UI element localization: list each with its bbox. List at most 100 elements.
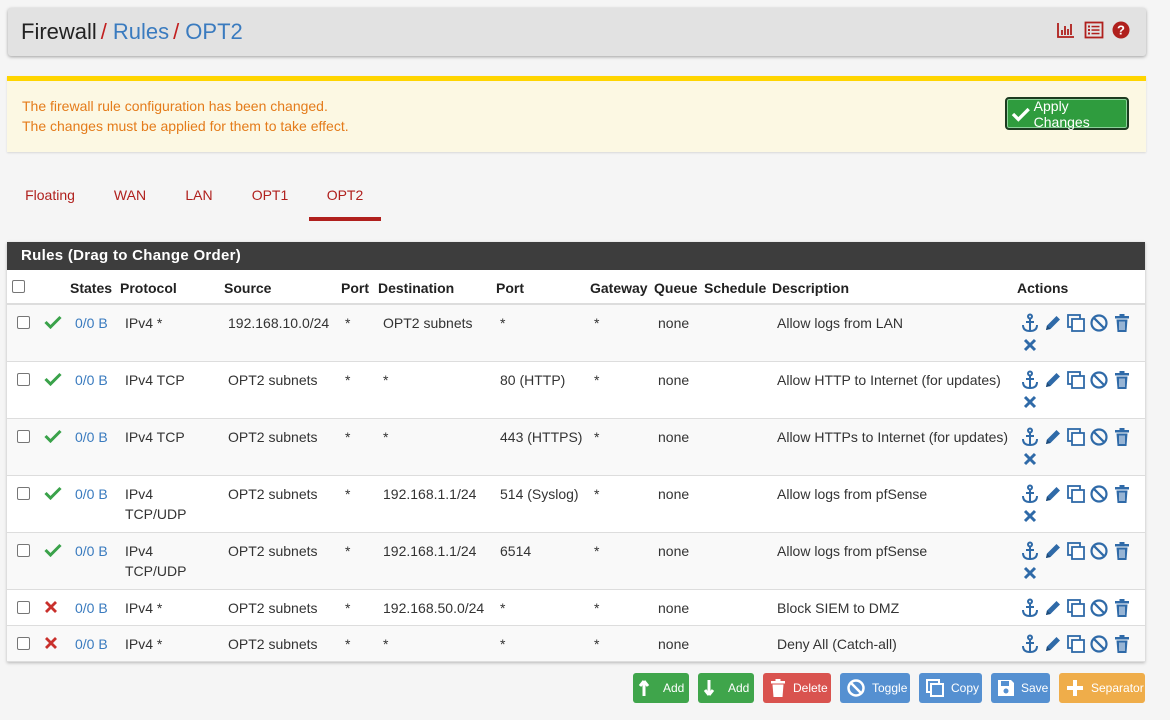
anchor-icon[interactable] — [1020, 541, 1040, 561]
trash-icon[interactable] — [1112, 598, 1132, 618]
rule-states[interactable]: 0/0 B — [75, 598, 108, 618]
rule-protocol: IPv4 * — [125, 315, 163, 331]
help-icon[interactable]: ? — [1112, 21, 1130, 39]
check-icon[interactable] — [44, 372, 62, 389]
save-icon — [998, 680, 1014, 696]
times-icon[interactable] — [44, 600, 58, 617]
button-label: Copy — [951, 681, 980, 695]
rule-actions — [1020, 484, 1132, 526]
ban-icon[interactable] — [1089, 598, 1109, 618]
add-separator-button[interactable]: Separator — [1059, 673, 1145, 703]
trash-icon — [771, 679, 785, 697]
rule-states[interactable]: 0/0 B — [75, 484, 108, 504]
rule-checkbox[interactable] — [17, 601, 30, 614]
rule-states[interactable]: 0/0 B — [75, 541, 108, 561]
apply-changes-button[interactable]: Apply Changes — [1005, 97, 1129, 130]
check-icon[interactable] — [44, 429, 62, 446]
table-row[interactable]: 0/0 B IPv4 * 192.168.10.0/24 * OPT2 subnets *… — [7, 305, 1145, 362]
svg-text:?: ? — [1117, 23, 1125, 38]
table-row[interactable]: 0/0 B IPv4 * OPT2 subnets * 192.168.50.0/24 *… — [7, 590, 1145, 626]
anchor-icon[interactable] — [1020, 427, 1040, 447]
pencil-icon[interactable] — [1043, 484, 1063, 504]
copy-icon[interactable] — [1066, 313, 1086, 333]
rule-states[interactable]: 0/0 B — [75, 370, 108, 390]
anchor-icon[interactable] — [1020, 370, 1040, 390]
add-top-button[interactable]: Add — [633, 673, 689, 703]
delete-x-icon[interactable] — [1020, 449, 1040, 469]
tab-opt1[interactable]: OPT1 — [242, 180, 298, 221]
rule-states[interactable]: 0/0 B — [75, 313, 108, 333]
ban-icon[interactable] — [1089, 484, 1109, 504]
add-bottom-button[interactable]: Add — [698, 673, 754, 703]
delete-x-icon[interactable] — [1020, 392, 1040, 412]
delete-x-icon[interactable] — [1020, 335, 1040, 355]
ban-icon[interactable] — [1089, 427, 1109, 447]
table-row[interactable]: 0/0 B IPv4 TCP OPT2 subnets * * 443 (HTTPS) * n… — [7, 419, 1145, 476]
rule-source-port: * — [345, 315, 351, 331]
ban-icon[interactable] — [1089, 634, 1109, 654]
copy-icon[interactable] — [1066, 370, 1086, 390]
tab-floating[interactable]: Floating — [8, 180, 92, 221]
check-icon[interactable] — [44, 315, 62, 332]
pencil-icon[interactable] — [1043, 634, 1063, 654]
rule-states[interactable]: 0/0 B — [75, 427, 108, 447]
table-row[interactable]: 0/0 B IPv4 TCP OPT2 subnets * * 80 (HTTP) * non… — [7, 362, 1145, 419]
rule-source-port: * — [345, 486, 351, 502]
copy-icon[interactable] — [1066, 598, 1086, 618]
ban-icon[interactable] — [1089, 313, 1109, 333]
rule-checkbox[interactable] — [17, 430, 30, 443]
pencil-icon[interactable] — [1043, 427, 1063, 447]
trash-icon[interactable] — [1112, 370, 1132, 390]
pencil-icon[interactable] — [1043, 313, 1063, 333]
breadcrumb-opt2[interactable]: OPT2 — [185, 19, 242, 45]
rule-states[interactable]: 0/0 B — [75, 634, 108, 654]
rule-checkbox[interactable] — [17, 373, 30, 386]
save-button[interactable]: Save — [991, 673, 1050, 703]
copy-button[interactable]: Copy — [919, 673, 982, 703]
ban-icon[interactable] — [1089, 541, 1109, 561]
anchor-icon[interactable] — [1020, 598, 1040, 618]
trash-icon[interactable] — [1112, 541, 1132, 561]
anchor-icon[interactable] — [1020, 484, 1040, 504]
button-label: Separator — [1091, 681, 1144, 695]
delete-button[interactable]: Delete — [763, 673, 831, 703]
trash-icon[interactable] — [1112, 634, 1132, 654]
tab-lan[interactable]: LAN — [170, 180, 228, 221]
trash-icon[interactable] — [1112, 427, 1132, 447]
anchor-icon[interactable] — [1020, 634, 1040, 654]
times-icon[interactable] — [44, 636, 58, 653]
table-row[interactable]: 0/0 B IPv4 * OPT2 subnets * * * * none Deny All … — [7, 626, 1145, 662]
table-row[interactable]: 0/0 B IPv4 TCP/UDP OPT2 subnets * 192.168.1.… — [7, 533, 1145, 590]
toggle-button[interactable]: Toggle — [840, 673, 910, 703]
check-icon[interactable] — [44, 543, 62, 560]
table-row[interactable]: 0/0 B IPv4 TCP/UDP OPT2 subnets * 192.168.1.… — [7, 476, 1145, 533]
select-all-checkbox[interactable] — [12, 280, 25, 293]
copy-icon[interactable] — [1066, 541, 1086, 561]
anchor-icon[interactable] — [1020, 313, 1040, 333]
breadcrumb-rules[interactable]: Rules — [113, 19, 169, 45]
trash-icon[interactable] — [1112, 484, 1132, 504]
tab-wan[interactable]: WAN — [100, 180, 160, 221]
rule-checkbox[interactable] — [17, 637, 30, 650]
chart-icon[interactable] — [1056, 21, 1076, 39]
list-icon[interactable] — [1084, 21, 1104, 39]
copy-icon[interactable] — [1066, 427, 1086, 447]
delete-x-icon[interactable] — [1020, 506, 1040, 526]
copy-icon[interactable] — [1066, 634, 1086, 654]
check-icon[interactable] — [44, 486, 62, 503]
delete-x-icon[interactable] — [1020, 563, 1040, 583]
rule-queue: none — [658, 543, 690, 559]
rule-queue: none — [658, 486, 690, 502]
rule-checkbox[interactable] — [17, 544, 30, 557]
rule-description: Allow HTTPs to Internet (for updates) — [777, 429, 1009, 445]
tab-opt2[interactable]: OPT2 — [309, 180, 381, 221]
rule-checkbox[interactable] — [17, 487, 30, 500]
rule-checkbox[interactable] — [17, 316, 30, 329]
trash-icon[interactable] — [1112, 313, 1132, 333]
rule-description: Deny All (Catch-all) — [777, 636, 897, 652]
copy-icon[interactable] — [1066, 484, 1086, 504]
ban-icon[interactable] — [1089, 370, 1109, 390]
pencil-icon[interactable] — [1043, 598, 1063, 618]
pencil-icon[interactable] — [1043, 370, 1063, 390]
pencil-icon[interactable] — [1043, 541, 1063, 561]
